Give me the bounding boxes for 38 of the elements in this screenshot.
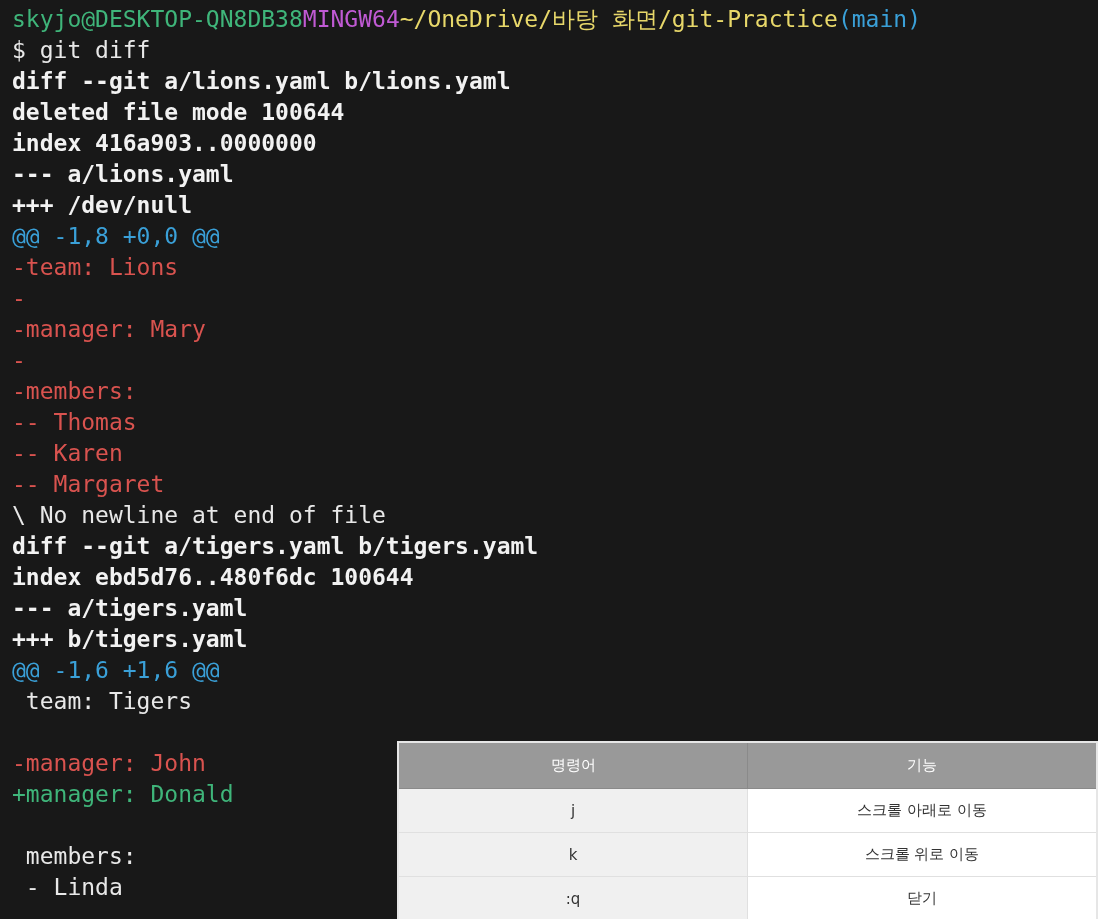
terminal-line: -: [12, 347, 26, 373]
terminal-line: --- a/tigers.yaml: [12, 595, 248, 621]
terminal-line: +manager: Donald: [12, 781, 234, 807]
terminal-line: -- Margaret: [12, 471, 165, 497]
prompt-text: ~/OneDrive/바탕 화면/git-Practice: [399, 6, 838, 32]
terminal-line: deleted file mode 100644: [12, 99, 345, 125]
terminal-line: @@ -1,6 +1,6 @@: [12, 657, 220, 683]
terminal-line: diff --git a/lions.yaml b/lions.yaml: [12, 68, 511, 94]
table-cell: 스크롤 아래로 이동: [747, 788, 1097, 833]
table-cell: :q: [398, 876, 748, 919]
terminal-line: -members:: [12, 378, 137, 404]
terminal-line: -manager: John: [12, 750, 206, 776]
terminal-line: index ebd5d76..480f6dc 100644: [12, 564, 414, 590]
terminal-line: diff --git a/tigers.yaml b/tigers.yaml: [12, 533, 539, 559]
terminal-line: -- Thomas: [12, 409, 137, 435]
column-header: 기능: [747, 742, 1097, 789]
terminal-line: -: [12, 285, 26, 311]
terminal-line: -- Karen: [12, 440, 123, 466]
table-cell: 닫기: [747, 876, 1097, 919]
terminal-line: @@ -1,8 +0,0 @@: [12, 223, 220, 249]
column-header: 명령어: [398, 742, 748, 789]
terminal-line: +++ /dev/null: [12, 192, 192, 218]
terminal-line: --- a/lions.yaml: [12, 161, 234, 187]
terminal-line: - Linda: [24, 874, 123, 900]
prompt-text: MINGW64: [302, 6, 400, 32]
table-cell: k: [398, 832, 748, 877]
terminal-line: +++ b/tigers.yaml: [12, 626, 248, 652]
terminal-line: team: Tigers: [24, 688, 192, 714]
prompt-text: (main): [837, 6, 921, 32]
terminal-line: -team: Lions: [12, 254, 179, 280]
terminal-line: members:: [24, 843, 137, 869]
table-cell: 스크롤 위로 이동: [747, 832, 1097, 877]
terminal-line: index 416a903..0000000: [12, 130, 317, 156]
terminal-line: \ No newline at end of file: [12, 502, 386, 528]
terminal-line: $ git diff: [12, 37, 151, 63]
terminal-line: -manager: Mary: [12, 316, 206, 342]
prompt-text: skyjo@DESKTOP-QN8DB38: [12, 6, 303, 32]
table-cell: j: [398, 788, 748, 833]
